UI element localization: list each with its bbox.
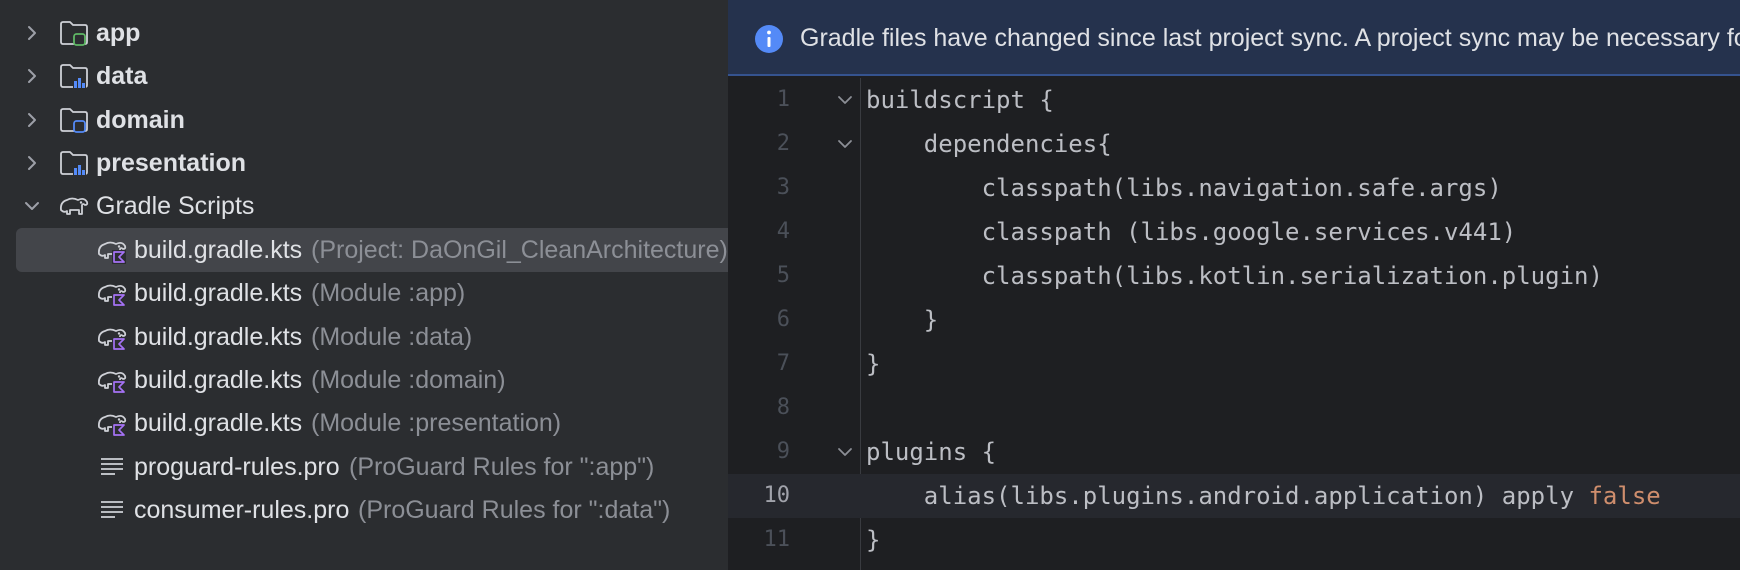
- tree-item-label: build.gradle.kts: [134, 236, 303, 264]
- code-line[interactable]: 1 buildscript {: [728, 78, 1740, 122]
- gradle-kotlin-file-icon: [97, 371, 127, 394]
- module-folder-icon: [60, 64, 88, 89]
- code-line[interactable]: 9 plugins {: [728, 430, 1740, 474]
- info-icon: [755, 25, 783, 53]
- text-file-icon: [101, 501, 123, 518]
- tree-item-label: build.gradle.kts: [134, 323, 303, 351]
- banner-message: Gradle files have changed since last pro…: [800, 24, 1740, 52]
- line-number: 4: [776, 219, 790, 244]
- gradle-icon: [59, 197, 89, 215]
- text-file-icon: [101, 458, 123, 475]
- tree-item-file[interactable]: proguard-rules.pro (ProGuard Rules for ":…: [0, 445, 728, 489]
- code-line[interactable]: 11}: [728, 518, 1740, 562]
- tree-item-file[interactable]: build.gradle.kts (Module :data): [0, 315, 728, 359]
- keyword-token: false: [1588, 482, 1661, 510]
- tree-item-gradle-scripts[interactable]: Gradle Scripts: [0, 184, 728, 228]
- code-text[interactable]: }: [866, 518, 880, 562]
- tree-item-file[interactable]: consumer-rules.pro (ProGuard Rules for ":…: [0, 488, 728, 532]
- code-token: classpath(libs.kotlin.serialization.plug…: [866, 262, 1603, 290]
- code-line[interactable]: 10 alias(libs.plugins.android.applicatio…: [728, 474, 1740, 518]
- code-text[interactable]: buildscript {: [866, 78, 1054, 122]
- fold-marker-icon[interactable]: [836, 91, 854, 109]
- line-number: 1: [776, 87, 790, 112]
- tree-item-label: domain: [96, 106, 185, 134]
- chevron-down-icon[interactable]: [22, 196, 42, 216]
- chevron-right-icon[interactable]: [22, 66, 42, 86]
- fold-marker-icon[interactable]: [836, 443, 854, 461]
- code-text[interactable]: classpath (libs.google.services.v441): [866, 210, 1517, 254]
- line-number: 9: [776, 439, 790, 464]
- gradle-kotlin-file-icon: [97, 284, 127, 307]
- tree-item-file[interactable]: build.gradle.kts (Module :app): [0, 271, 728, 315]
- chevron-right-icon[interactable]: [22, 153, 42, 173]
- code-line[interactable]: 6 }: [728, 298, 1740, 342]
- line-number: 7: [776, 351, 790, 376]
- line-number: 2: [776, 131, 790, 156]
- tree-item-module-data[interactable]: data: [0, 54, 728, 98]
- gradle-kotlin-file-icon: [97, 414, 127, 437]
- tree-item-label: presentation: [96, 149, 247, 177]
- tree-item-label: build.gradle.kts: [134, 279, 303, 307]
- code-token: }: [866, 526, 881, 554]
- code-line[interactable]: 3 classpath(libs.navigation.safe.args): [728, 166, 1740, 210]
- tree-item-label: app: [96, 19, 141, 47]
- code-text[interactable]: alias(libs.plugins.android.application) …: [866, 474, 1661, 518]
- tree-item-hint: (ProGuard Rules for ":app"): [349, 453, 655, 481]
- line-number: 3: [776, 175, 790, 200]
- module-folder-icon: [60, 151, 88, 176]
- code-token: }: [866, 350, 881, 378]
- tree-item-label: proguard-rules.pro: [134, 453, 340, 481]
- code-text[interactable]: dependencies{: [866, 122, 1112, 166]
- tree-item-label: build.gradle.kts: [134, 366, 303, 394]
- code-text[interactable]: }: [866, 298, 938, 342]
- code-token: classpath(libs.navigation.safe.args): [866, 174, 1502, 202]
- tree-item-file[interactable]: build.gradle.kts (Module :presentation): [0, 401, 728, 445]
- tree-item-hint: (Module :app): [311, 279, 466, 307]
- gradle-kotlin-file-icon: [97, 241, 127, 264]
- line-number: 5: [776, 263, 790, 288]
- code-text[interactable]: plugins {: [866, 430, 996, 474]
- module-folder-icon: [60, 21, 88, 46]
- tree-item-file[interactable]: build.gradle.kts (Project: DaOnGil_CleanA…: [0, 228, 728, 272]
- tree-item-module-presentation[interactable]: presentation: [0, 141, 728, 185]
- gradle-sync-banner: Gradle files have changed since last pro…: [728, 0, 1740, 76]
- fold-marker-icon[interactable]: [836, 135, 854, 153]
- line-number: 8: [776, 395, 790, 420]
- code-text[interactable]: classpath(libs.navigation.safe.args): [866, 166, 1502, 210]
- code-line[interactable]: 8: [728, 386, 1740, 430]
- code-line[interactable]: 4 classpath (libs.google.services.v441): [728, 210, 1740, 254]
- code-token: dependencies{: [866, 130, 1112, 158]
- code-editor[interactable]: Gradle files have changed since last pro…: [728, 0, 1740, 570]
- code-line[interactable]: 5 classpath(libs.kotlin.serialization.pl…: [728, 254, 1740, 298]
- tree-item-label: consumer-rules.pro: [134, 496, 350, 524]
- code-token: buildscript {: [866, 86, 1054, 114]
- tree-item-label: data: [96, 62, 148, 90]
- tree-item-label: build.gradle.kts: [134, 409, 303, 437]
- chevron-right-icon[interactable]: [22, 23, 42, 43]
- code-text[interactable]: classpath(libs.kotlin.serialization.plug…: [866, 254, 1603, 298]
- tree-item-file[interactable]: build.gradle.kts (Module :domain): [0, 358, 728, 402]
- tree-item-module-domain[interactable]: domain: [0, 98, 728, 142]
- code-token: alias(libs.plugins.android.application) …: [866, 482, 1589, 510]
- module-folder-icon: [60, 108, 88, 133]
- code-text[interactable]: }: [866, 342, 880, 386]
- line-number: 11: [763, 527, 791, 552]
- tree-item-hint: (Module :presentation): [311, 409, 562, 437]
- tree-item-hint: (Module :data): [311, 323, 473, 351]
- code-token: }: [866, 306, 939, 334]
- line-number: 6: [776, 307, 790, 332]
- line-number: 10: [763, 483, 791, 508]
- project-tree-panel: app data domain presentation Gradle Scripts b…: [0, 0, 728, 570]
- code-token: classpath (libs.google.services.v441): [866, 218, 1517, 246]
- code-line[interactable]: 7}: [728, 342, 1740, 386]
- code-token: plugins {: [866, 438, 997, 466]
- tree-item-hint: (Module :domain): [311, 366, 506, 394]
- tree-item-label: Gradle Scripts: [96, 192, 255, 220]
- tree-item-hint: (ProGuard Rules for ":data"): [358, 496, 671, 524]
- tree-item-module-app[interactable]: app: [0, 11, 728, 55]
- tree-item-hint: (Project: DaOnGil_CleanArchitecture): [311, 236, 728, 264]
- gradle-kotlin-file-icon: [97, 328, 127, 351]
- chevron-right-icon[interactable]: [22, 110, 42, 130]
- code-line[interactable]: 2 dependencies{: [728, 122, 1740, 166]
